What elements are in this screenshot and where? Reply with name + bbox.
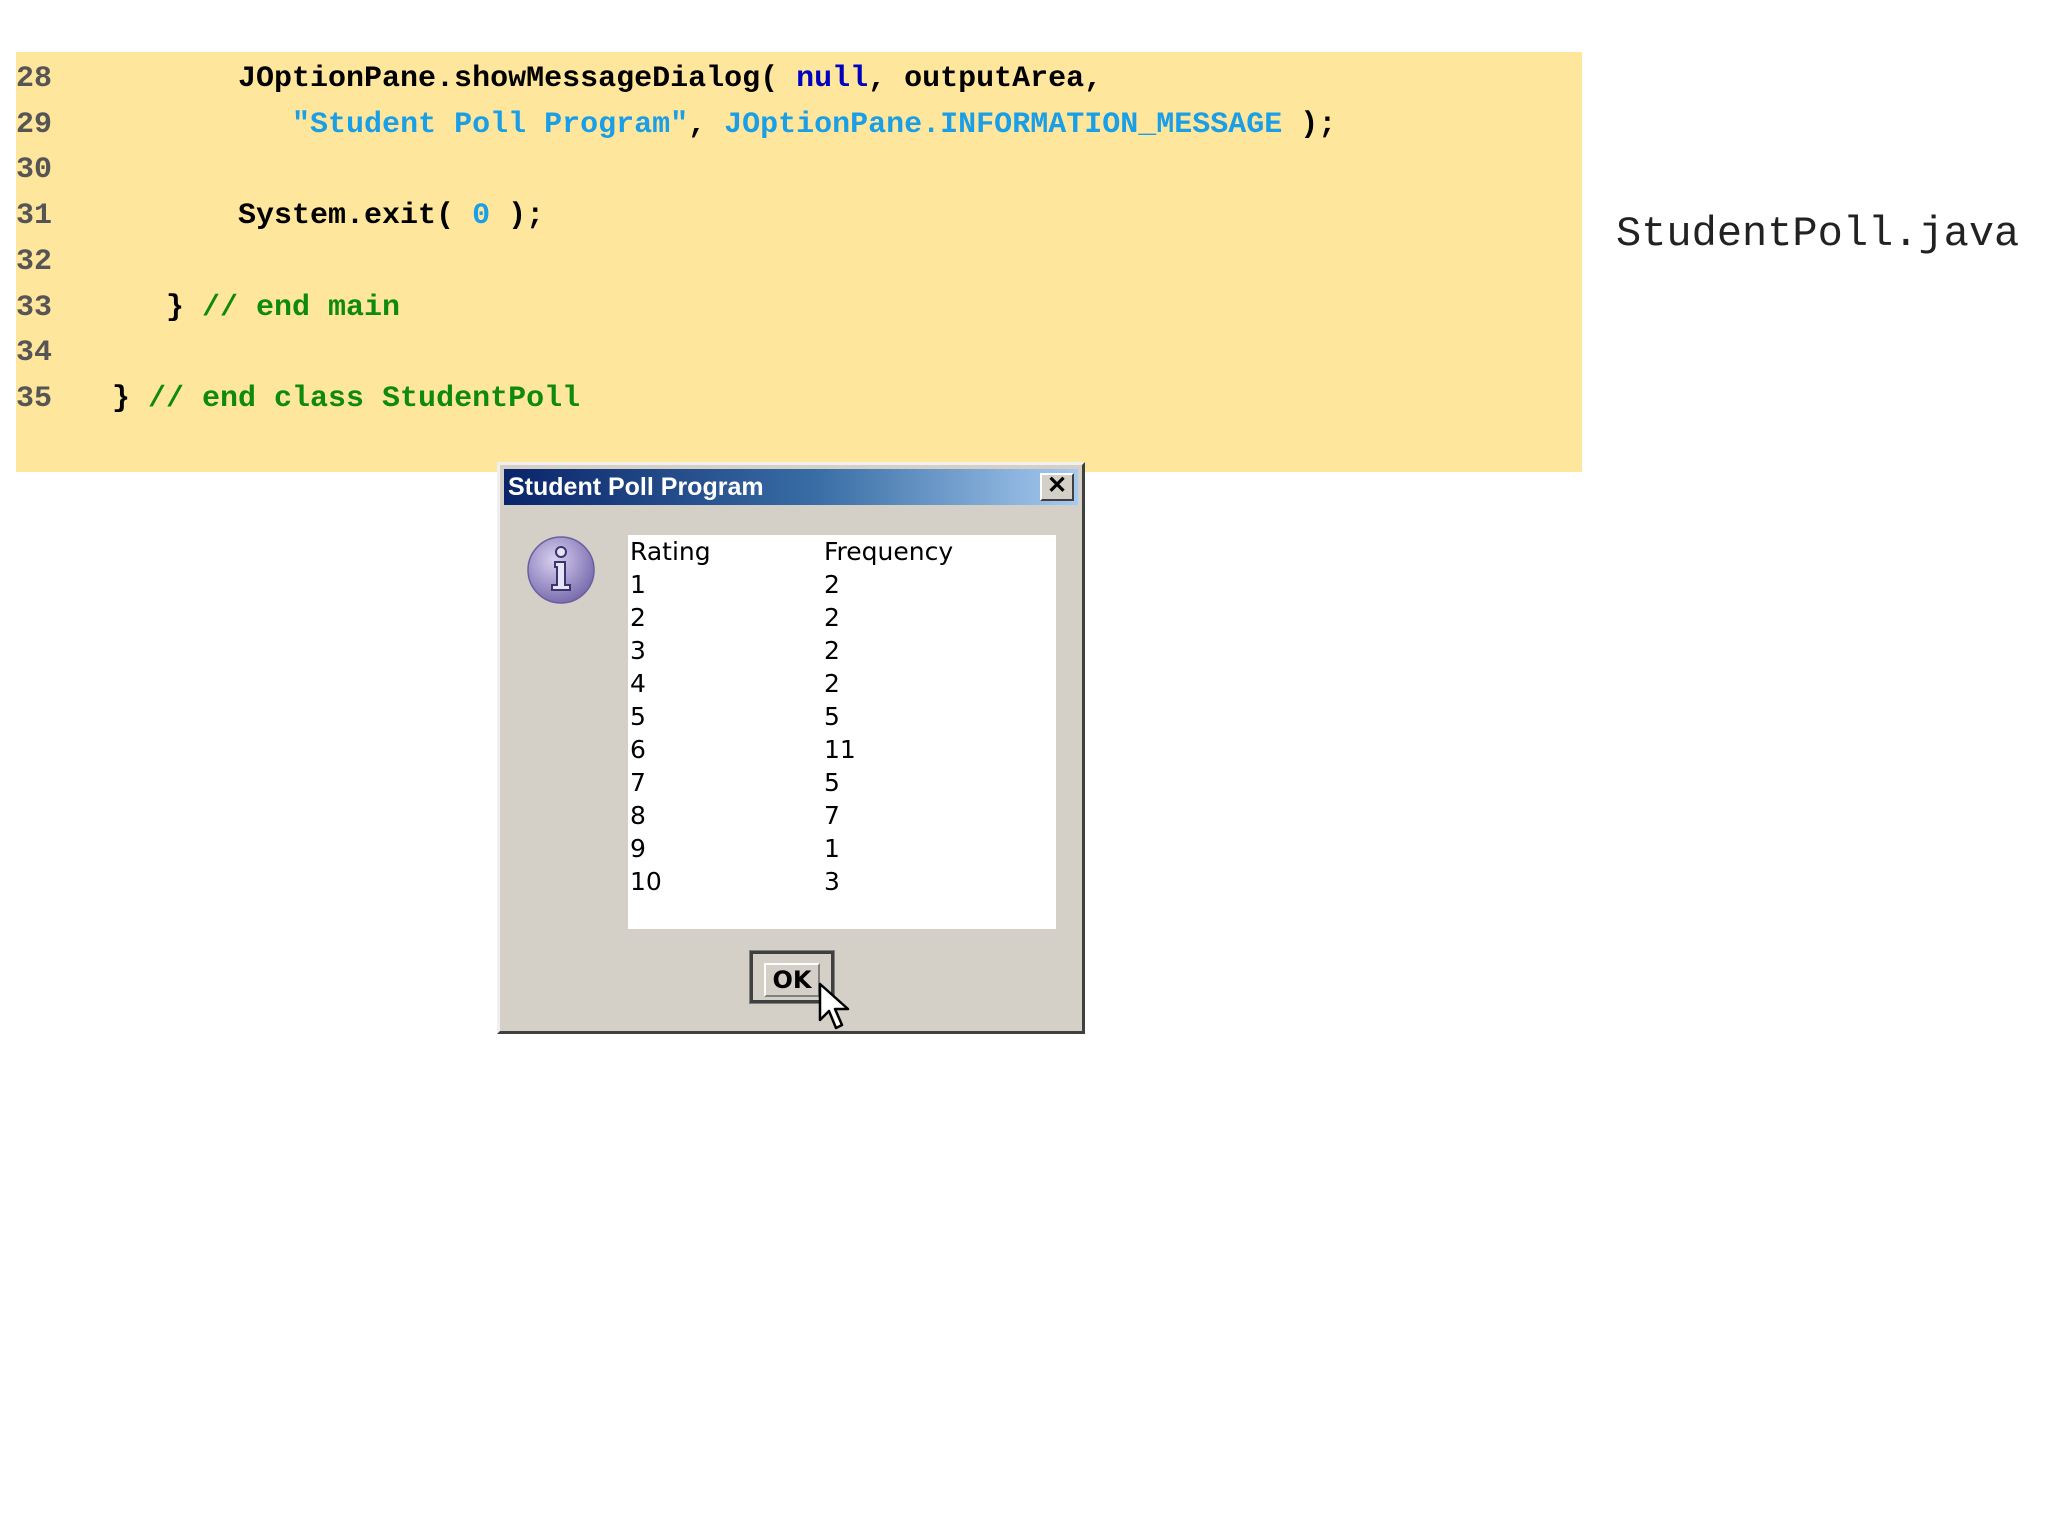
code-listing: 28 JOptionPane.showMessageDialog( null, … [16,52,1582,472]
code-token-plain: } [76,290,203,325]
close-icon: ✕ [1046,472,1068,499]
frequency-value: 5 [824,702,840,731]
frequency-value: 2 [824,570,840,599]
mouse-pointer-icon [818,982,850,1030]
code-token-literal: JOptionPane.INFORMATION_MESSAGE [724,107,1283,142]
output-text-area[interactable]: Rating Frequency 1 2 2 2 3 2 4 2 5 5 6 11 7 5 8 7 9 1 10 3 [628,535,1056,929]
code-token-literal: "Student Poll Program" [292,107,689,142]
code-line: 31 System.exit( 0 ); [16,193,544,239]
output-row: 6 11 [630,733,1056,766]
code-token-plain: ); [490,199,545,234]
line-number: 32 [16,244,53,279]
rating-value: 1 [630,570,646,599]
code-token-comment: // end main [202,290,401,325]
code-token-keyword: null [796,62,869,96]
rating-value: 9 [630,834,646,863]
frequency-value: 2 [824,603,840,632]
code-token-plain: , outputArea, [868,62,1103,96]
frequency-value: 1 [824,834,840,863]
code-token-plain: , [688,107,725,142]
code-line: 35 } // end class StudentPoll [16,376,580,422]
ok-button-label: OK [764,962,820,997]
frequency-header: Frequency [824,537,954,566]
line-number: 28 [16,62,53,96]
frequency-value: 2 [824,669,840,698]
line-number: 31 [16,199,53,234]
code-line: 30 [16,147,76,193]
frequency-value: 7 [824,801,840,830]
output-header-row: Rating Frequency [630,535,1056,568]
line-number: 34 [16,336,53,371]
output-row: 42 [630,667,1056,700]
frequency-value: 2 [824,636,840,665]
dialog-titlebar[interactable]: Student Poll Program ✕ [504,469,1078,505]
line-number: 30 [16,153,53,188]
rating-value: 5 [630,702,646,731]
code-token-literal: 0 [472,199,491,234]
line-number: 29 [16,107,53,142]
rating-header: Rating [630,537,711,566]
frequency-value: 11 [824,735,856,764]
output-row: 55 [630,700,1056,733]
information-icon [527,536,595,604]
line-number: 33 [16,290,53,325]
code-token-comment: // end class StudentPoll [148,381,581,416]
rating-value: 2 [630,603,646,632]
output-row: 91 [630,832,1056,865]
message-dialog: Student Poll Program ✕ Rating Frequency 1… [497,462,1085,1034]
frequency-value: 3 [824,867,840,896]
output-row: 12 [630,568,1056,601]
code-line: 33 } // end main [16,285,400,331]
rating-value: 6 [630,735,646,764]
rating-value: 8 [630,801,646,830]
output-row: 22 [630,601,1056,634]
code-line: 34 [16,330,76,376]
code-token-plain: } [76,381,149,416]
code-token-plain: System.exit( [76,199,473,234]
code-line: 32 [16,239,76,285]
rating-value: 4 [630,669,646,698]
output-row: 87 [630,799,1056,832]
code-token-plain: ); [1282,107,1337,142]
code-line: 29 "Student Poll Program", JOptionPane.I… [16,102,1336,148]
rating-value: 7 [630,768,646,797]
output-row: 10 3 [630,865,1056,898]
dialog-title: Student Poll Program [508,473,764,501]
file-name-label: StudentPoll.java [1616,210,2020,258]
rating-value: 10 [630,867,662,896]
output-row: 32 [630,634,1056,667]
code-token-plain: JOptionPane.showMessageDialog( [76,62,797,96]
close-button[interactable]: ✕ [1040,473,1074,501]
line-number: 35 [16,381,53,416]
code-line: 28 JOptionPane.showMessageDialog( null, … [16,56,1102,102]
frequency-value: 5 [824,768,840,797]
rating-value: 3 [630,636,646,665]
output-row: 75 [630,766,1056,799]
